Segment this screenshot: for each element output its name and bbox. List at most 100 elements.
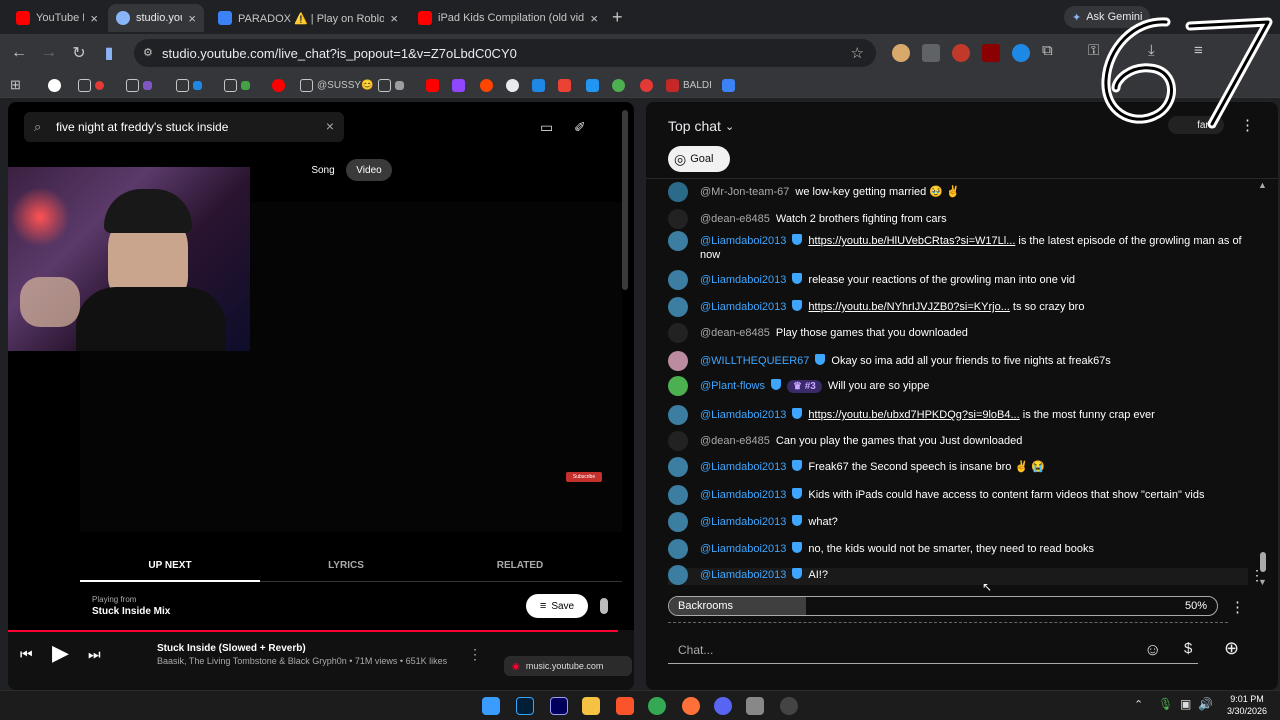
bookmark-baldi[interactable]: BALDI <box>666 78 712 92</box>
bookmark-folder[interactable] <box>78 78 104 92</box>
super-chat-icon[interactable]: $ <box>1184 640 1192 657</box>
premiere-icon[interactable] <box>550 697 568 715</box>
chat-author[interactable]: @Liamdaboi2013 <box>700 461 786 473</box>
bookmark-star-icon[interactable]: ☆ <box>851 44 864 62</box>
address-bar[interactable]: ⚙ studio.youtube.com/live_chat?is_popout… <box>134 39 876 67</box>
cast-icon[interactable]: ▭ <box>540 119 553 136</box>
obs-icon[interactable] <box>780 697 798 715</box>
goal-button[interactable]: ◎ Goal <box>668 146 730 172</box>
bookmark-item[interactable] <box>532 78 545 92</box>
extension-badge-icon[interactable] <box>982 44 1000 62</box>
side-panel-icon[interactable]: ▮ <box>98 42 120 64</box>
avatar[interactable] <box>668 539 688 559</box>
chat-message[interactable]: @Mr-Jon-team-67 we low-key getting marrie… <box>668 182 1248 202</box>
chat-author[interactable]: @Liamdaboi2013 <box>700 274 786 286</box>
avatar[interactable] <box>668 565 688 585</box>
chat-author[interactable]: @Liamdaboi2013 <box>700 301 786 313</box>
toggle-video[interactable]: Video <box>346 159 392 181</box>
file-explorer-icon[interactable] <box>582 697 600 715</box>
extension-avatar-icon[interactable] <box>892 44 910 62</box>
chat-author[interactable]: @Liamdaboi2013 <box>700 489 786 501</box>
bookmark-item[interactable] <box>612 78 625 92</box>
chat-message[interactable]: @Liamdaboi2013 https://youtu.be/NYhrIJVJZ… <box>668 297 1248 317</box>
chat-message[interactable]: @Liamdaboi2013 AI!? ⋮ <box>668 565 1264 585</box>
bookmark-folder[interactable] <box>378 78 404 92</box>
reload-icon[interactable]: ↻ <box>68 42 90 64</box>
track-title[interactable]: Stuck Inside (Slowed + Reverb) <box>157 643 306 654</box>
photoshop-icon[interactable] <box>516 697 534 715</box>
brave-icon[interactable] <box>616 697 634 715</box>
extensions-puzzle-icon[interactable]: ⧉ <box>1042 42 1053 59</box>
chat-link[interactable]: https://youtu.be/NYhrIJVJZB0?si=KYrjo... <box>808 301 1009 313</box>
chat-author[interactable]: @Liamdaboi2013 <box>700 569 786 581</box>
bookmark-item[interactable] <box>48 78 61 92</box>
chat-author[interactable]: @Mr-Jon-team-67 <box>700 186 789 198</box>
chat-scrollbar[interactable] <box>1260 552 1266 572</box>
bookmark-folder[interactable] <box>126 78 152 92</box>
new-tab-button[interactable]: + <box>612 7 623 28</box>
chat-message[interactable]: @Liamdaboi2013 https://youtu.be/HlUVebCRt… <box>668 231 1248 262</box>
avatar[interactable] <box>668 351 688 371</box>
close-icon[interactable]: × <box>188 11 196 26</box>
avatar[interactable] <box>668 297 688 317</box>
chrome-icon[interactable] <box>648 697 666 715</box>
bookmark-folder-sussy[interactable]: @SUSSY😊 <box>300 78 374 92</box>
clear-icon[interactable]: × <box>326 118 334 134</box>
tab-lyrics[interactable]: LYRICS <box>256 560 436 571</box>
more-vert-icon[interactable]: ⋮ <box>468 646 482 663</box>
start-icon[interactable] <box>482 697 500 715</box>
microphone-icon[interactable]: 🎙 <box>1158 697 1173 711</box>
clock[interactable]: 9:01 PM 3/30/2026 <box>1222 693 1272 717</box>
avatar[interactable] <box>668 512 688 532</box>
top-chat-dropdown[interactable]: Top chat ⌄ <box>668 118 734 134</box>
close-icon[interactable]: × <box>90 11 98 26</box>
chat-message[interactable]: @dean-e8485 Play those games that you dow… <box>668 323 1248 343</box>
bookmark-folder[interactable] <box>224 78 250 92</box>
close-icon[interactable]: × <box>390 11 398 26</box>
chat-author[interactable]: @Liamdaboi2013 <box>700 235 786 247</box>
add-icon[interactable]: ⊕ <box>1224 638 1239 659</box>
avatar[interactable] <box>668 182 688 202</box>
chat-message[interactable]: @Plant-flows ♛ #3 Will you are so yippe <box>668 376 1248 396</box>
tab-roblox[interactable]: PARADOX ⚠️ | Play on Roblox × <box>210 4 406 32</box>
progress-bar[interactable] <box>8 630 618 632</box>
brand-logo-icon[interactable]: ✐ <box>574 119 586 136</box>
chat-message[interactable]: @Liamdaboi2013 no, the kids would not be … <box>668 539 1248 559</box>
discord-icon[interactable] <box>714 697 732 715</box>
play-icon[interactable]: ▶ <box>52 640 69 666</box>
chat-message[interactable]: @Liamdaboi2013 release your reactions of … <box>668 270 1248 290</box>
chat-message[interactable]: @Liamdaboi2013 Freak67 the Second speech … <box>668 457 1248 477</box>
extension-icon[interactable] <box>922 44 940 62</box>
chat-input[interactable]: Chat... <box>668 636 1198 664</box>
chevron-up-icon[interactable]: ⌃ <box>1134 698 1143 711</box>
tab-related[interactable]: RELATED <box>430 560 610 571</box>
avatar[interactable] <box>668 231 688 251</box>
avatar[interactable] <box>668 323 688 343</box>
scroll-up-icon[interactable]: ▲ <box>1258 180 1267 190</box>
chat-author[interactable]: @Liamdaboi2013 <box>700 543 786 555</box>
chat-message[interactable]: @Liamdaboi2013 what? <box>668 512 1248 532</box>
poll-more-vert-icon[interactable]: ⋮ <box>1230 598 1245 616</box>
next-icon[interactable]: ⏭ <box>88 646 101 663</box>
avatar[interactable] <box>668 405 688 425</box>
save-button[interactable]: ≡ Save <box>526 594 588 618</box>
chat-message[interactable]: @Liamdaboi2013 https://youtu.be/ubxd7HPKD… <box>668 405 1248 425</box>
bookmark-item[interactable] <box>480 78 493 92</box>
chat-message[interactable]: @dean-e8485 Watch 2 brothers fighting fro… <box>668 209 1248 229</box>
scrollbar[interactable] <box>622 110 628 290</box>
bookmark-item[interactable] <box>506 78 519 92</box>
avatar[interactable] <box>668 209 688 229</box>
chat-author[interactable]: @Liamdaboi2013 <box>700 409 786 421</box>
chat-message[interactable]: @Liamdaboi2013 Kids with iPads could have… <box>668 485 1248 505</box>
network-icon[interactable]: ▣ <box>1180 697 1191 711</box>
bookmark-item[interactable] <box>426 78 439 92</box>
scroll-down-icon[interactable]: ▼ <box>1258 577 1267 587</box>
avatar[interactable] <box>668 431 688 451</box>
poll-bar[interactable]: Backrooms 50% <box>668 596 1218 616</box>
extension-shield-icon[interactable] <box>1012 44 1030 62</box>
bookmark-item[interactable] <box>452 78 465 92</box>
tab-studio[interactable]: studio.you × <box>108 4 204 32</box>
avatar[interactable] <box>668 376 688 396</box>
avatar[interactable] <box>668 457 688 477</box>
chat-author[interactable]: @dean-e8485 <box>700 435 770 447</box>
